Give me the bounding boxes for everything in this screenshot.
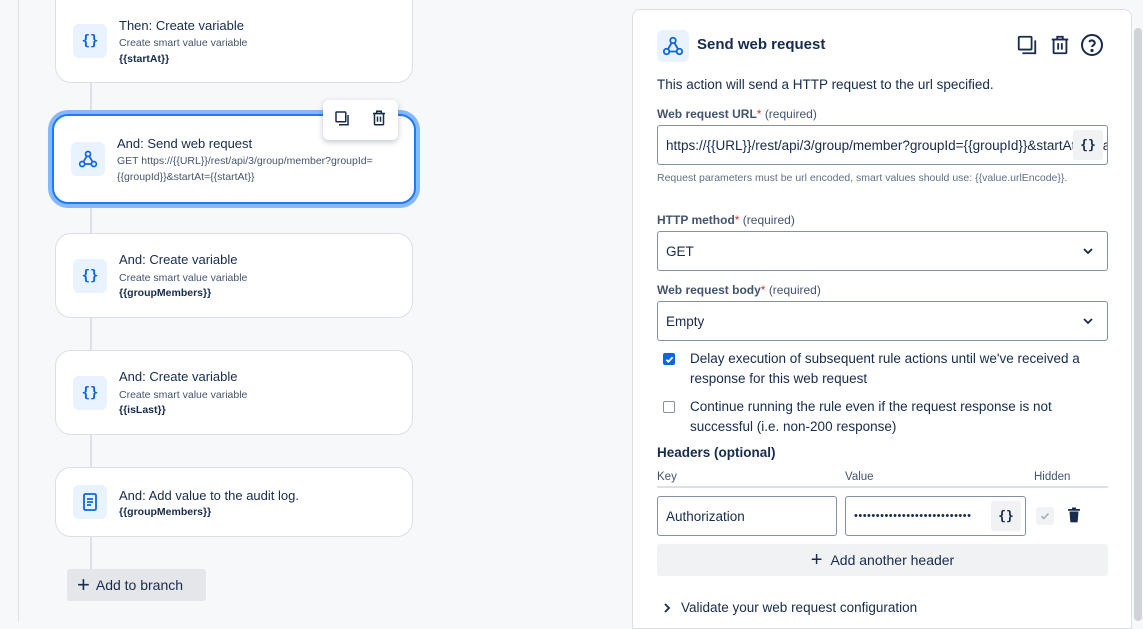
- required-text: (required): [742, 213, 795, 227]
- card-action-toolbar: [323, 100, 398, 140]
- card-title: And: Send web request: [117, 136, 253, 151]
- continue-running-label-cont: successful (i.e. non-200 response): [690, 419, 897, 434]
- required-asterisk: *: [734, 213, 740, 227]
- smart-value-button[interactable]: {}: [991, 501, 1021, 531]
- flow-connector: [90, 434, 92, 468]
- add-to-branch-button[interactable]: + Add to branch: [67, 569, 206, 601]
- document-icon: [73, 485, 107, 519]
- card-smart-value: {{groupMembers}}: [119, 287, 212, 299]
- headers-col-hidden: Hidden: [1034, 471, 1071, 483]
- card-smart-value: {{isLast}}: [119, 404, 166, 416]
- hidden-toggle-check-icon[interactable]: [1036, 507, 1054, 525]
- panel-description: This action will send a HTTP request to …: [657, 77, 994, 92]
- delay-execution-label-cont: response for this web request: [690, 371, 868, 386]
- card-subtitle: GET https://{{URL}}/rest/api/3/group/mem…: [117, 155, 373, 167]
- panel-scrollbar[interactable]: [1134, 28, 1142, 621]
- web-request-url-input[interactable]: https://{{URL}}/rest/api/3/group/member?…: [657, 125, 1108, 165]
- required-text: (required): [764, 107, 817, 121]
- headers-col-value: Value: [845, 471, 874, 483]
- smart-value-button[interactable]: {}: [1073, 130, 1103, 160]
- panel-title: Send web request: [697, 36, 826, 53]
- chevron-right-icon: [664, 602, 671, 613]
- url-label: Web request URL* (required): [657, 107, 817, 121]
- header-key-input[interactable]: Authorization: [657, 496, 837, 536]
- plus-icon: +: [77, 572, 90, 597]
- card-subtitle: Create smart value variable: [119, 37, 248, 49]
- required-asterisk: *: [760, 283, 766, 297]
- trash-icon[interactable]: [370, 109, 388, 132]
- delay-execution-option: Delay execution of subsequent rule actio…: [657, 349, 1080, 389]
- flow-connector: [90, 536, 92, 570]
- trash-icon[interactable]: [1047, 32, 1073, 58]
- header-key-value: Authorization: [666, 508, 745, 524]
- http-method-select[interactable]: GET: [657, 231, 1108, 271]
- validate-label: Validate your web request configuration: [681, 600, 918, 615]
- help-icon[interactable]: [1079, 32, 1105, 58]
- body-label: Web request body* (required): [657, 283, 821, 297]
- url-value: https://{{URL}}/rest/api/3/group/member?…: [666, 137, 1108, 153]
- continue-running-option: Continue running the rule even if the re…: [657, 397, 1052, 437]
- headers-divider: [657, 486, 1108, 488]
- method-label-text: HTTP method: [657, 213, 735, 227]
- canvas-left-rail: [18, 0, 19, 621]
- method-value: GET: [666, 243, 694, 259]
- card-title: Then: Create variable: [119, 18, 245, 33]
- flow-connector: [90, 82, 92, 116]
- card-subtitle: Create smart value variable: [119, 389, 248, 401]
- flow-connector: [90, 202, 92, 234]
- rule-card-audit-log[interactable]: And: Add value to the audit log. {{group…: [55, 467, 413, 537]
- card-smart-value: {{startAt}}: [119, 53, 170, 65]
- duplicate-icon[interactable]: [333, 109, 351, 132]
- flow-connector: [90, 317, 92, 351]
- add-header-label: Add another header: [830, 552, 955, 568]
- add-to-branch-label: Add to branch: [95, 577, 184, 593]
- rule-card-create-variable-groupmembers[interactable]: {} And: Create variable Create smart val…: [55, 233, 413, 318]
- delay-execution-label: Delay execution of subsequent rule actio…: [690, 351, 1080, 366]
- header-value-masked: •••••••••••••••••••••••••••: [854, 510, 972, 522]
- card-smart-value: {{groupMembers}}: [119, 506, 212, 518]
- validate-config-toggle[interactable]: Validate your web request configuration: [661, 600, 917, 615]
- rule-card-create-variable-islast[interactable]: {} And: Create variable Create smart val…: [55, 350, 413, 435]
- card-subtitle-cont: {{groupId}}&startAt={{startAt}}: [117, 171, 255, 183]
- chevron-down-icon: [1083, 318, 1093, 325]
- method-label: HTTP method* (required): [657, 213, 795, 227]
- required-text: (required): [768, 283, 821, 297]
- headers-col-key: Key: [657, 471, 677, 483]
- headers-section-title: Headers (optional): [657, 445, 776, 460]
- duplicate-icon[interactable]: [1014, 32, 1040, 58]
- delay-execution-checkbox[interactable]: [663, 353, 675, 365]
- plus-icon: +: [810, 549, 823, 571]
- continue-running-label: Continue running the rule even if the re…: [690, 399, 1052, 414]
- url-help-text: Request parameters must be url encoded, …: [657, 172, 1068, 184]
- curly-braces-icon: {}: [73, 24, 107, 58]
- card-title: And: Create variable: [119, 369, 238, 384]
- card-title: And: Add value to the audit log.: [119, 488, 299, 503]
- web-request-body-select[interactable]: Empty: [657, 301, 1108, 341]
- curly-braces-icon: {}: [73, 259, 107, 293]
- required-asterisk: *: [756, 107, 762, 121]
- action-config-panel: Send web request This action will send a…: [632, 9, 1132, 629]
- webhook-icon: [657, 30, 689, 62]
- url-label-text: Web request URL: [657, 107, 757, 121]
- body-value: Empty: [666, 313, 705, 329]
- delete-header-trash-icon[interactable]: [1067, 507, 1081, 528]
- add-another-header-button[interactable]: + Add another header: [657, 544, 1108, 576]
- rule-card-create-variable-startat[interactable]: {} Then: Create variable Create smart va…: [55, 0, 413, 83]
- chevron-down-icon: [1083, 248, 1093, 255]
- body-label-text: Web request body: [657, 283, 761, 297]
- card-subtitle: Create smart value variable: [119, 272, 248, 284]
- webhook-icon: [71, 142, 105, 176]
- card-title: And: Create variable: [119, 252, 238, 267]
- continue-running-checkbox[interactable]: [663, 401, 675, 413]
- curly-braces-icon: {}: [73, 376, 107, 410]
